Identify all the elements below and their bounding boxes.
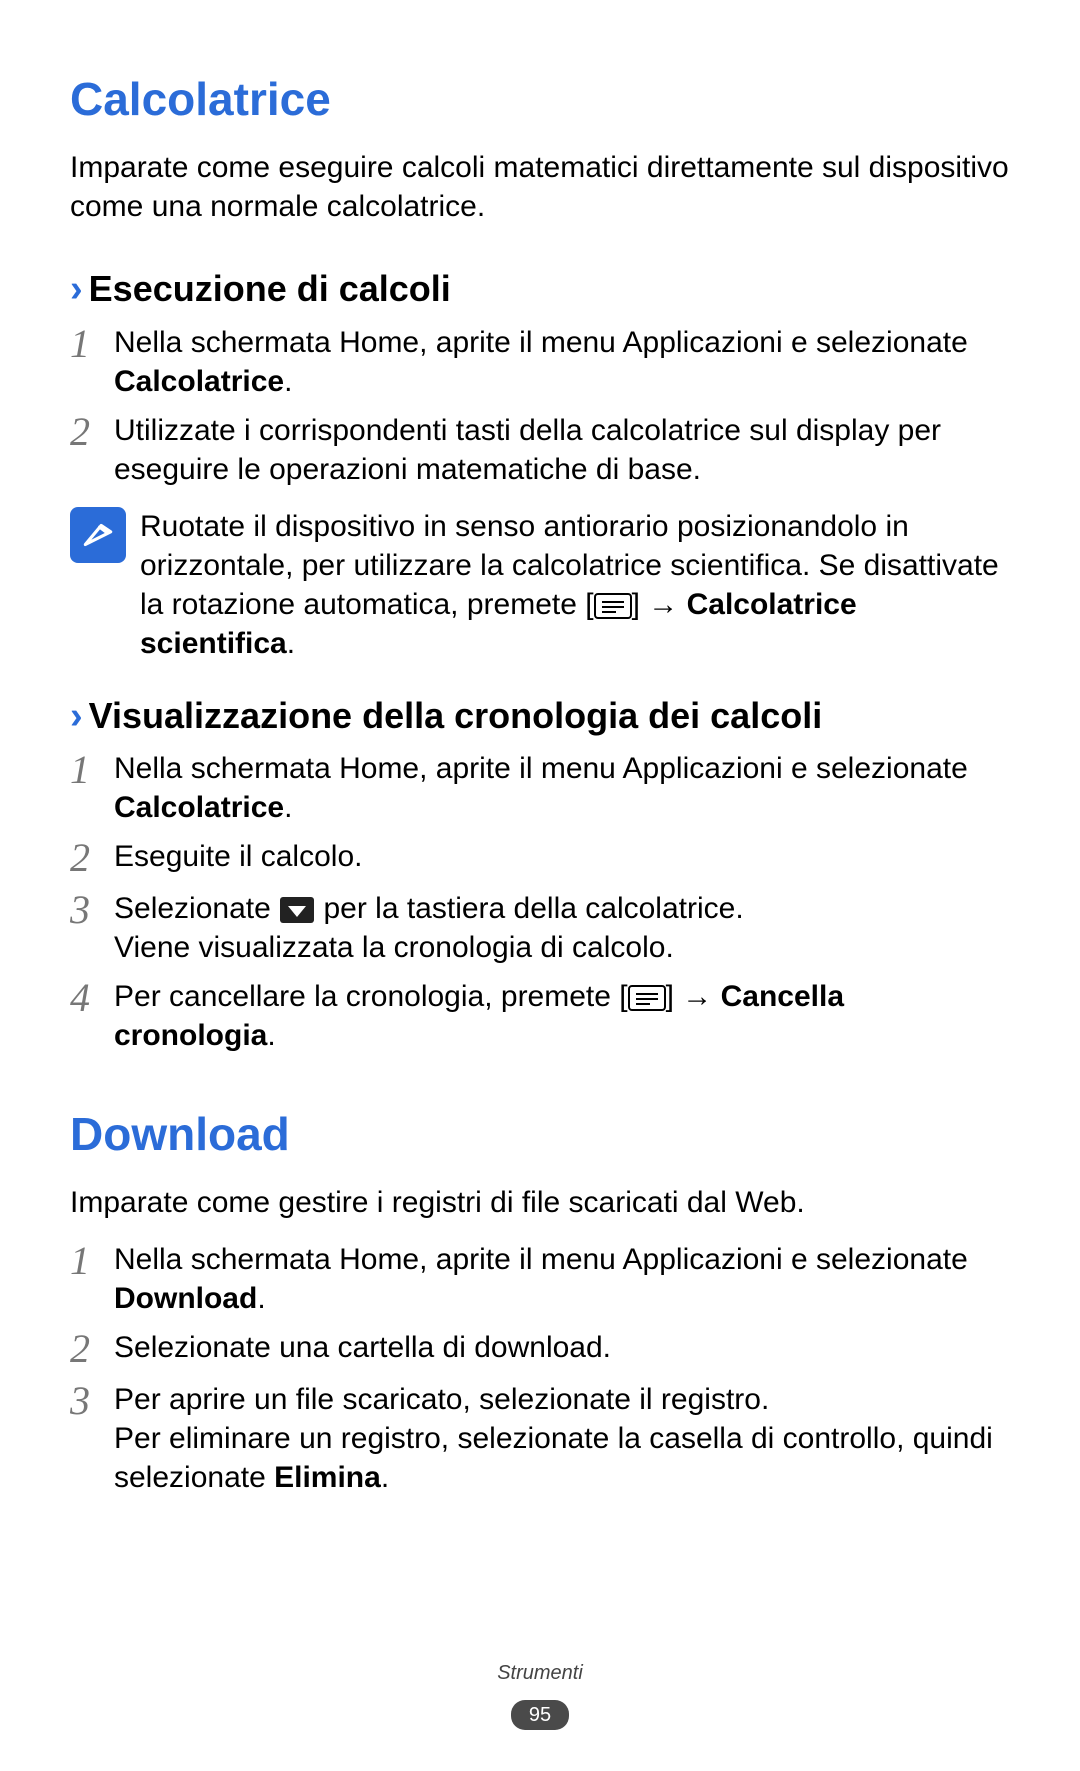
step-item: 3 Selezionate per la tastiera della calc… bbox=[70, 889, 1010, 967]
subsection-title: Esecuzione di calcoli bbox=[89, 266, 451, 313]
step-item: 4 Per cancellare la cronologia, premete … bbox=[70, 977, 1010, 1055]
step-text: Selezionate per la tastiera della calcol… bbox=[114, 889, 1010, 967]
note-icon bbox=[70, 507, 126, 563]
subsection-title: Visualizzazione della cronologia dei cal… bbox=[89, 693, 823, 740]
step-text: Nella schermata Home, aprite il menu App… bbox=[114, 323, 1010, 401]
text: Nella schermata Home, aprite il menu App… bbox=[114, 752, 968, 785]
chevron-right-icon: › bbox=[70, 697, 83, 735]
text: Ruotate il dispositivo in senso antiorar… bbox=[140, 510, 999, 621]
bold-text: Elimina bbox=[274, 1461, 381, 1494]
menu-icon bbox=[628, 985, 666, 1011]
steps-list: 1 Nella schermata Home, aprite il menu A… bbox=[70, 323, 1010, 489]
step-number: 2 bbox=[70, 837, 100, 879]
note-text: Ruotate il dispositivo in senso antiorar… bbox=[140, 507, 1010, 663]
step-item: 2 Selezionate una cartella di download. bbox=[70, 1328, 1010, 1370]
text: . bbox=[284, 791, 292, 824]
step-item: 2 Eseguite il calcolo. bbox=[70, 837, 1010, 879]
chevron-right-icon: › bbox=[70, 270, 83, 308]
step-item: 3 Per aprire un file scaricato, selezion… bbox=[70, 1380, 1010, 1497]
step-item: 1 Nella schermata Home, aprite il menu A… bbox=[70, 1240, 1010, 1318]
step-text: Nella schermata Home, aprite il menu App… bbox=[114, 1240, 1010, 1318]
text: Selezionate bbox=[114, 892, 279, 925]
dropdown-down-icon bbox=[279, 896, 315, 924]
page-number: 95 bbox=[511, 1700, 569, 1730]
step-number: 1 bbox=[70, 749, 100, 791]
note-callout: Ruotate il dispositivo in senso antiorar… bbox=[70, 507, 1010, 663]
step-number: 4 bbox=[70, 977, 100, 1019]
page-footer: Strumenti 95 bbox=[0, 1660, 1080, 1731]
text: Per aprire un file scaricato, selezionat… bbox=[114, 1383, 769, 1416]
section-intro: Imparate come gestire i registri di file… bbox=[70, 1183, 1010, 1222]
steps-list: 1 Nella schermata Home, aprite il menu A… bbox=[70, 749, 1010, 1055]
step-text: Per cancellare la cronologia, premete []… bbox=[114, 977, 1010, 1055]
section-intro: Imparate come eseguire calcoli matematic… bbox=[70, 148, 1010, 226]
step-number: 2 bbox=[70, 411, 100, 453]
text: Nella schermata Home, aprite il menu App… bbox=[114, 1243, 968, 1276]
text: . bbox=[284, 365, 292, 398]
text: . bbox=[267, 1019, 275, 1052]
bold-text: Calcolatrice bbox=[114, 791, 284, 824]
bold-text: Download bbox=[114, 1282, 257, 1315]
text: . bbox=[257, 1282, 265, 1315]
step-number: 3 bbox=[70, 1380, 100, 1422]
step-text: Per aprire un file scaricato, selezionat… bbox=[114, 1380, 1010, 1497]
step-number: 1 bbox=[70, 1240, 100, 1282]
text: . bbox=[287, 627, 295, 660]
footer-category: Strumenti bbox=[0, 1660, 1080, 1686]
step-text: Utilizzate i corrispondenti tasti della … bbox=[114, 411, 1010, 489]
text: Nella schermata Home, aprite il menu App… bbox=[114, 326, 968, 359]
step-item: 1 Nella schermata Home, aprite il menu A… bbox=[70, 749, 1010, 827]
section-title-calcolatrice: Calcolatrice bbox=[70, 70, 1010, 130]
subsection-esecuzione: › Esecuzione di calcoli bbox=[70, 266, 1010, 313]
step-text: Selezionate una cartella di download. bbox=[114, 1328, 1010, 1367]
step-number: 1 bbox=[70, 323, 100, 365]
text: . bbox=[381, 1461, 389, 1494]
step-number: 3 bbox=[70, 889, 100, 931]
steps-list: 1 Nella schermata Home, aprite il menu A… bbox=[70, 1240, 1010, 1497]
text: ] → bbox=[632, 588, 687, 621]
section-title-download: Download bbox=[70, 1105, 1010, 1165]
text: Per eliminare un registro, selezionate l… bbox=[114, 1422, 993, 1494]
step-text: Eseguite il calcolo. bbox=[114, 837, 1010, 876]
step-number: 2 bbox=[70, 1328, 100, 1370]
step-item: 1 Nella schermata Home, aprite il menu A… bbox=[70, 323, 1010, 401]
step-text: Nella schermata Home, aprite il menu App… bbox=[114, 749, 1010, 827]
text: per la tastiera della calcolatrice. bbox=[315, 892, 744, 925]
text: Viene visualizzata la cronologia di calc… bbox=[114, 931, 674, 964]
menu-icon bbox=[594, 593, 632, 619]
text: Per cancellare la cronologia, premete [ bbox=[114, 980, 628, 1013]
subsection-cronologia: › Visualizzazione della cronologia dei c… bbox=[70, 693, 1010, 740]
step-item: 2 Utilizzate i corrispondenti tasti dell… bbox=[70, 411, 1010, 489]
text: ] → bbox=[666, 980, 721, 1013]
bold-text: Calcolatrice bbox=[114, 365, 284, 398]
